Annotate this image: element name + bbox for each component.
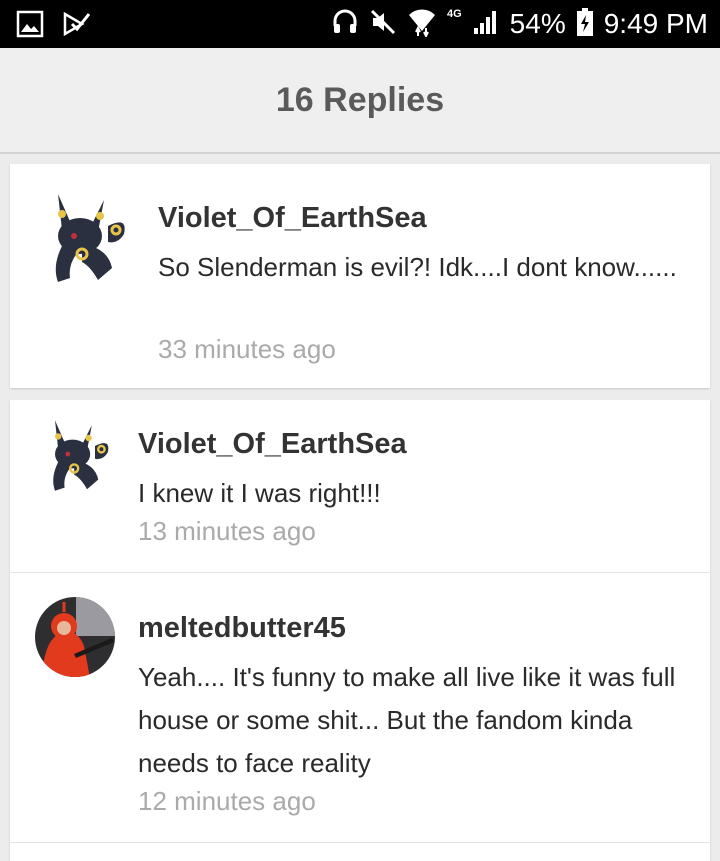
comment-text: So Slenderman is evil?! Idk....I dont kn… [158, 252, 677, 282]
signal-icon [472, 8, 500, 41]
umbreon-avatar[interactable] [38, 186, 128, 291]
status-bar: 4G 54% 9:49 PM [0, 0, 720, 48]
gallery-icon [16, 10, 44, 43]
comment-text: Yeah.... It's funny to make all live lik… [138, 662, 676, 778]
comment-author[interactable]: meltedbutter45 [138, 612, 346, 645]
divider [10, 842, 710, 843]
umbreon-avatar[interactable] [38, 414, 112, 499]
battery-icon [576, 7, 594, 42]
replies-header: 16 Replies [0, 48, 720, 154]
comment-time: 33 minutes ago [158, 334, 336, 364]
network-type-label: 4G [446, 8, 462, 20]
headphones-icon [331, 8, 359, 41]
comment-author[interactable]: Violet_Of_EarthSea [138, 428, 407, 461]
comment-time: 13 minutes ago [138, 516, 316, 546]
clock: 9:49 PM [603, 8, 708, 39]
comment-text: I knew it I was right!!! [138, 478, 381, 508]
checkbox-icon [62, 10, 91, 43]
page-title: 16 Replies [275, 80, 445, 119]
wifi-icon [407, 7, 437, 42]
comment-time: 12 minutes ago [138, 786, 316, 816]
reply-card: Violet_Of_EarthSea So Slenderman is evil… [10, 164, 710, 388]
comment-author[interactable]: Violet_Of_EarthSea [158, 202, 427, 235]
mute-icon [369, 8, 397, 41]
red-costume-avatar[interactable] [34, 596, 116, 683]
replies-list-card: Violet_Of_EarthSea 13 minutes ago I knew… [10, 400, 710, 861]
battery-percent: 54% [509, 8, 566, 39]
divider [10, 572, 710, 573]
